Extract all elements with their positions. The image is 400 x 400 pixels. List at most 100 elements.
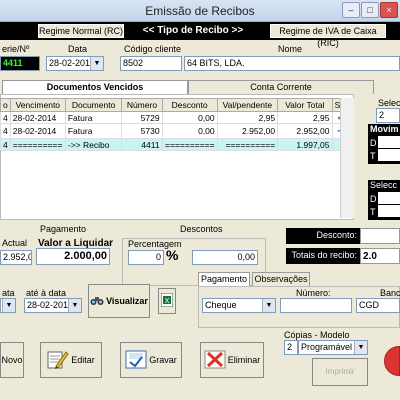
totais-recibo-field: 2.0	[360, 248, 400, 264]
cell: 2,95	[277, 111, 333, 124]
gravar-label: Gravar	[149, 355, 177, 365]
actual-field: 2.952,00	[0, 250, 32, 265]
chevron-down-icon[interactable]: ▼	[354, 341, 367, 354]
imprimir-label: Imprimir	[325, 367, 355, 376]
banco-field[interactable]: CGD	[356, 298, 400, 313]
table-row[interactable]: 4 28-02-2014 Fatura 5730 0,00 2.952,00 2…	[0, 123, 350, 139]
percentagem-field[interactable]: 0	[128, 250, 164, 265]
minimize-button[interactable]: –	[342, 2, 360, 18]
col-header-vencimento[interactable]: Vencimento	[9, 98, 66, 112]
numero-label: Número:	[296, 288, 331, 298]
movim-t-field	[378, 149, 400, 161]
movim-d-label: D	[370, 138, 377, 148]
table-row[interactable]: 4 28-02-2014 Fatura 5729 0,00 2,95 2,95 …	[0, 111, 350, 124]
cell: 2,95	[216, 111, 279, 124]
cell: Fatura	[64, 111, 123, 124]
ate-data-field[interactable]: 28-02-2014 ▼	[24, 298, 82, 313]
selec-d-field	[378, 192, 400, 204]
close-window-button[interactable]: ×	[380, 2, 398, 18]
main-panel: Regime Normal (RC) << Tipo de Recibo >> …	[0, 22, 400, 400]
valor-liquidar-field[interactable]: 2.000,00	[36, 248, 110, 265]
copias-field[interactable]: 2	[284, 340, 298, 355]
cell: 4	[0, 138, 11, 151]
modelo-select[interactable]: Programável ▼	[298, 340, 368, 355]
visualizar-label: Visualizar	[106, 296, 148, 306]
chevron-down-icon[interactable]: ▼	[90, 57, 103, 70]
novo-label: Novo	[1, 355, 23, 365]
selec-panel: Selecc D T	[368, 180, 400, 220]
pagamento-title: Pagamento	[40, 224, 87, 234]
desconto-total-field	[360, 228, 400, 244]
cell: 2.952,00	[216, 123, 279, 139]
serie-label: erie/Nº	[2, 44, 30, 54]
col-header-valpendente[interactable]: Val/pendente	[216, 98, 279, 112]
desconto-valor-field[interactable]: 0,00	[192, 250, 258, 265]
novo-button[interactable]: Novo	[0, 342, 24, 378]
svg-text:X: X	[165, 297, 170, 305]
cell: 28-02-2014	[9, 123, 66, 139]
col-header-valortotal[interactable]: Valor Total	[277, 98, 333, 112]
table-header-row: o Vencimento Documento Número Desconto V…	[0, 98, 350, 112]
ate-data-value: 28-02-2014	[27, 300, 74, 310]
percent-icon: %	[166, 247, 179, 263]
window-titlebar: Emissão de Recibos – □ ×	[0, 0, 400, 22]
nome-field[interactable]: 64 BITS, LDA.	[184, 56, 400, 71]
cell: 5730	[121, 123, 163, 139]
cell: 4	[0, 111, 11, 124]
regime-iva-caixa-button[interactable]: Regime de IVA de Caixa (RIC)	[270, 24, 386, 48]
modelo-value: Programável	[301, 342, 353, 352]
tab-conta-corrente[interactable]: Conta Corrente	[188, 80, 374, 94]
col-header-numero[interactable]: Número	[121, 98, 163, 112]
cell: 5729	[121, 111, 163, 124]
filtro-data-field[interactable]: ▼	[0, 298, 16, 313]
col-header-desconto[interactable]: Desconto	[161, 98, 218, 112]
movim-label: Movim	[370, 124, 399, 134]
nome-label: Nome	[278, 44, 303, 54]
tipo-recibo-label: << Tipo de Recibo >>	[142, 25, 244, 36]
tipo-pagamento-value: Cheque	[205, 300, 237, 310]
tipo-recibo-bar: Regime Normal (RC) << Tipo de Recibo >> …	[0, 22, 400, 48]
tipo-pagamento-select[interactable]: Cheque ▼	[202, 298, 276, 313]
selec-t-label: T	[370, 207, 376, 217]
chevron-down-icon[interactable]: ▼	[68, 299, 81, 312]
chevron-down-icon[interactable]: ▼	[2, 299, 15, 312]
delete-icon	[204, 348, 226, 372]
descontos-title: Descontos	[180, 224, 223, 234]
tab-pagamento[interactable]: Pagamento	[198, 272, 250, 286]
eliminar-button[interactable]: Eliminar	[200, 342, 264, 378]
col-header[interactable]: o	[0, 98, 11, 112]
numero-field[interactable]	[280, 298, 352, 313]
ate-data-label: até à data	[26, 288, 67, 298]
codigo-field[interactable]: 8502	[120, 56, 182, 71]
cell: ==========	[161, 138, 218, 151]
cell: 4411	[121, 138, 163, 151]
cell: 1.997,05	[277, 138, 333, 151]
table-row[interactable]: 4 ========== ->> Recibo 4411 ========== …	[0, 138, 350, 151]
movim-t-label: T	[370, 151, 376, 161]
cell: ==========	[9, 138, 66, 151]
tab-documentos-vencidos[interactable]: Documentos Vencidos	[2, 80, 188, 94]
data-label: Data	[68, 44, 88, 54]
selec-label: Selecc	[378, 98, 400, 108]
visualizar-button[interactable]: Visualizar	[88, 284, 150, 318]
eliminar-label: Eliminar	[227, 355, 261, 365]
col-header-documento[interactable]: Documento	[64, 98, 123, 112]
chevron-down-icon[interactable]: ▼	[262, 299, 275, 312]
serie-field[interactable]: 4411	[0, 56, 40, 71]
tab-observacoes[interactable]: Observações	[252, 272, 310, 286]
movim-panel: Movim D T	[368, 124, 400, 164]
cell: ==========	[216, 138, 279, 151]
regime-normal-button[interactable]: Regime Normal (RC)	[38, 24, 124, 38]
maximize-button[interactable]: □	[361, 2, 379, 18]
data-value: 28-02-2014	[49, 58, 96, 68]
excel-export-button[interactable]: X	[158, 288, 176, 314]
pencil-icon	[47, 348, 69, 372]
actual-label: Actual	[2, 238, 28, 248]
grid-scrollbar[interactable]	[340, 98, 354, 218]
selec-t-field	[378, 205, 400, 217]
data-field[interactable]: 28-02-2014 ▼	[46, 56, 104, 71]
exit-button[interactable]	[384, 346, 400, 376]
editar-button[interactable]: Editar	[40, 342, 102, 378]
imprimir-button[interactable]: Imprimir	[312, 358, 368, 386]
gravar-button[interactable]: Gravar	[120, 342, 182, 378]
